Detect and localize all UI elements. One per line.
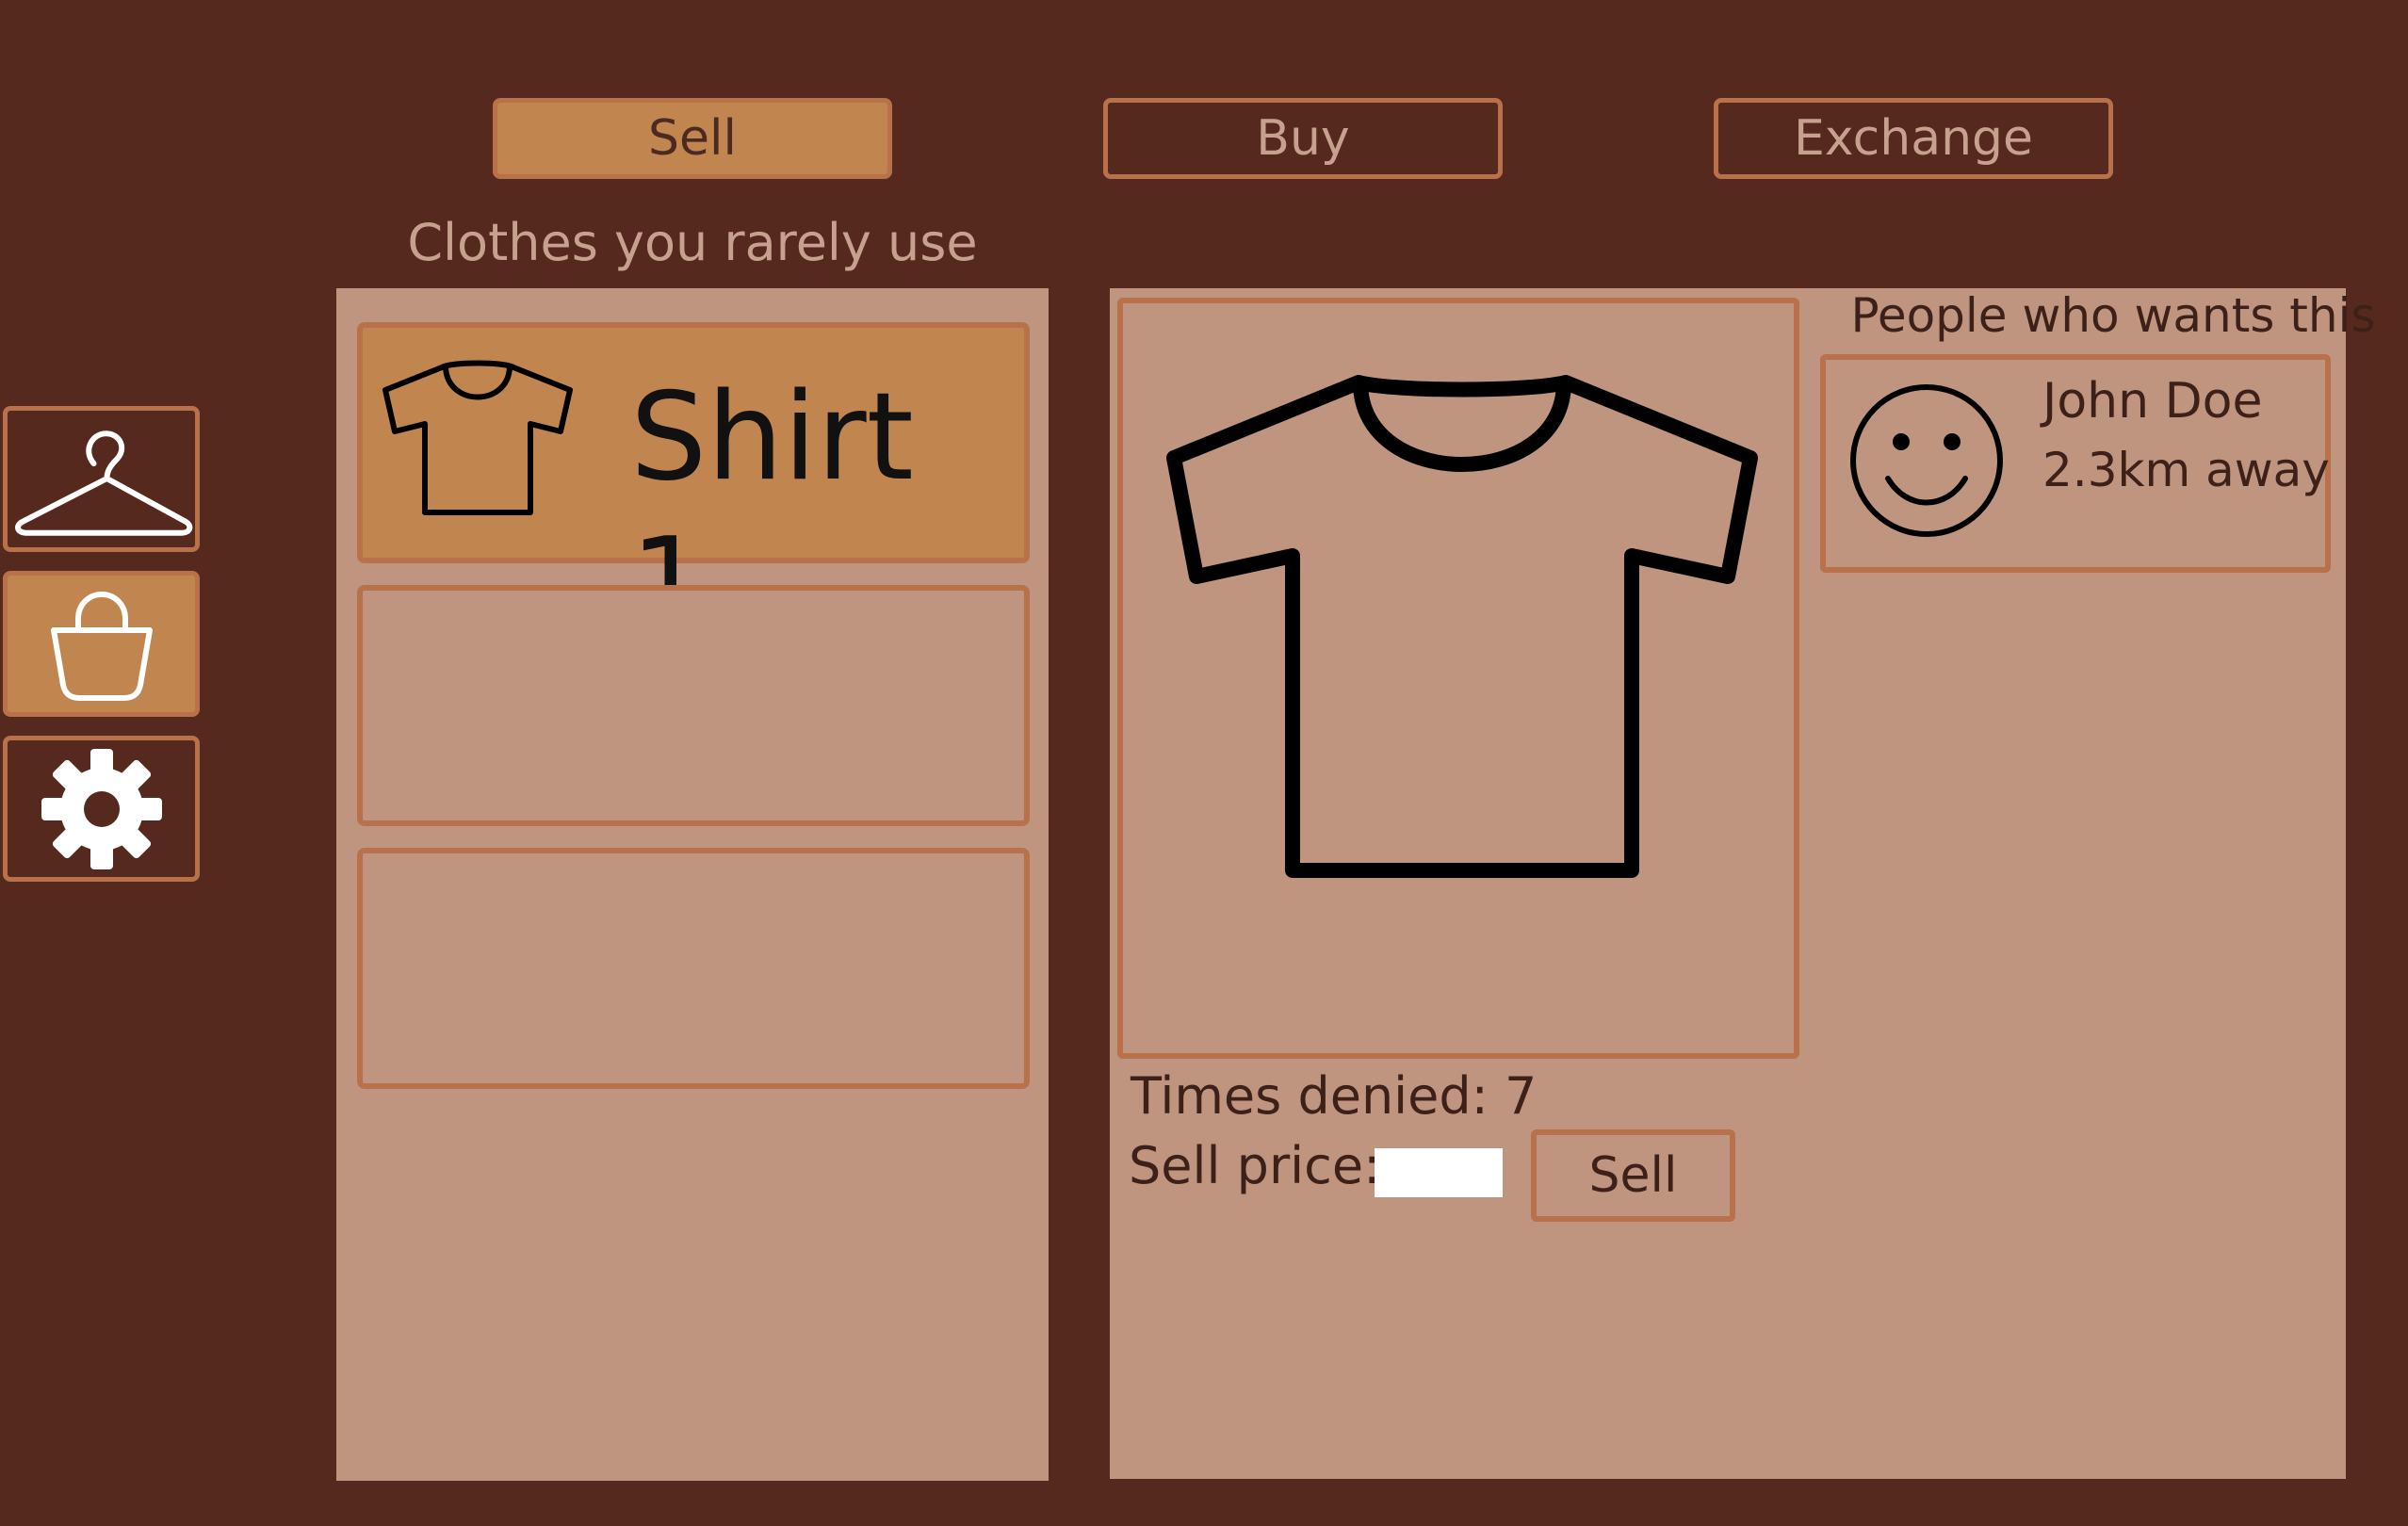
people-heading: People who wants this [1850, 288, 2376, 343]
shirt-icon [382, 360, 573, 515]
sell-price-input[interactable] [1375, 1148, 1503, 1197]
list-heading: Clothes you rarely use [407, 213, 978, 272]
tab-exchange[interactable]: Exchange [1714, 98, 2113, 179]
tab-buy[interactable]: Buy [1103, 98, 1503, 179]
person-name: John Doe [2042, 373, 2263, 430]
list-item[interactable] [357, 585, 1030, 826]
person-card[interactable]: John Doe 2.3km away [1820, 354, 2331, 573]
times-denied: Times denied: 7 [1131, 1066, 1538, 1126]
hanger-icon [15, 430, 193, 536]
shopping-bag-icon [50, 591, 153, 701]
list-item[interactable] [357, 848, 1030, 1089]
sell-price-label: Sell price: [1129, 1136, 1381, 1195]
sidebar-item-shop[interactable] [3, 571, 200, 717]
sell-button[interactable]: Sell [1531, 1129, 1735, 1222]
sidebar-item-wardrobe[interactable] [3, 406, 200, 552]
sidebar-item-settings[interactable] [3, 736, 200, 882]
item-preview [1117, 298, 1799, 1059]
list-item[interactable]: Shirt 1 [357, 322, 1030, 653]
gear-icon [41, 748, 162, 869]
tab-sell[interactable]: Sell [493, 98, 892, 179]
person-distance: 2.3km away [2042, 443, 2330, 497]
smiley-face-icon [1850, 384, 2003, 537]
shirt-icon [1166, 375, 1758, 878]
